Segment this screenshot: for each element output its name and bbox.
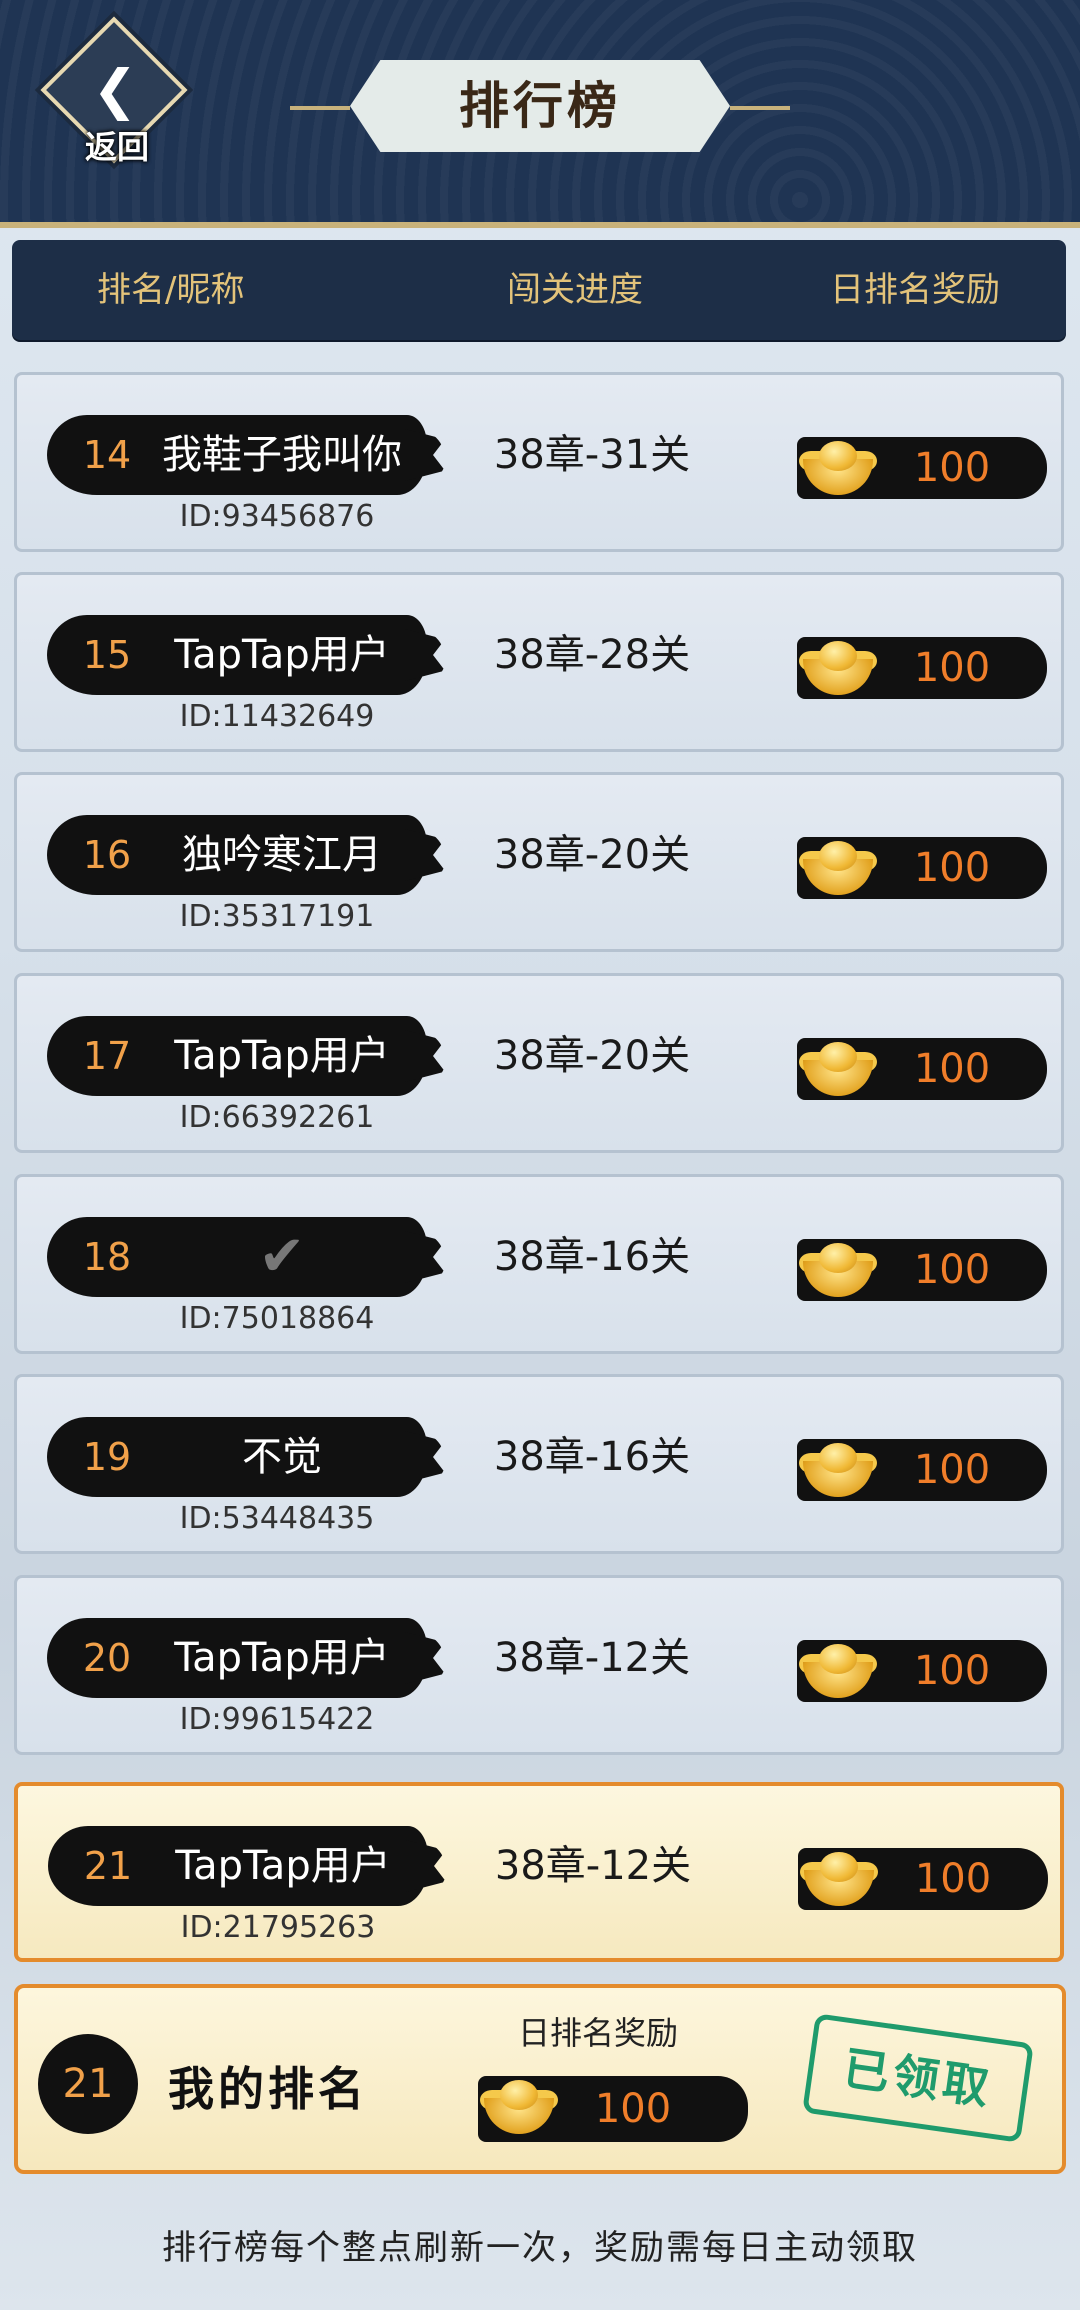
stage-progress: 38章-12关 <box>494 1843 692 1889</box>
rank-number: 15 <box>82 633 132 677</box>
column-progress: 闯关进度 <box>507 270 643 310</box>
reward-amount: 100 <box>913 1247 991 1293</box>
daily-reward: 100 <box>797 637 1047 699</box>
daily-reward: 100 <box>798 1848 1048 1910</box>
daily-reward: 100 <box>797 437 1047 499</box>
back-label: 返回 <box>84 128 149 166</box>
stage-progress: 38章-20关 <box>493 1033 691 1079</box>
reward-amount: 100 <box>914 1856 992 1902</box>
daily-reward: 100 <box>797 1640 1047 1702</box>
rank-number: 16 <box>82 833 132 877</box>
gold-ingot-icon <box>799 1435 877 1501</box>
table-row[interactable]: 19 不觉 ID:53448435 38章-16关 100 <box>14 1374 1064 1554</box>
rank-number: 19 <box>82 1435 132 1479</box>
player-id: ID:21795263 <box>180 1910 376 1945</box>
gold-ingot-icon <box>799 633 877 699</box>
player-id: ID:11432649 <box>179 699 375 734</box>
table-row[interactable]: 14 我鞋子我叫你 ID:93456876 38章-31关 100 <box>14 372 1064 552</box>
player-nickname: TapTap用户 <box>174 632 390 678</box>
stage-progress: 38章-31关 <box>493 432 691 478</box>
stage-progress: 38章-20关 <box>493 832 691 878</box>
table-row[interactable]: 17 TapTap用户 ID:66392261 38章-20关 100 <box>14 973 1064 1153</box>
stage-progress: 38章-16关 <box>493 1234 691 1280</box>
my-reward: 100 <box>478 2076 748 2142</box>
page-title: 排行榜 <box>459 76 621 135</box>
title-ornament-left <box>290 106 350 110</box>
player-id: ID:93456876 <box>179 499 375 534</box>
table-row[interactable]: 20 TapTap用户 ID:99615422 38章-12关 100 <box>14 1575 1064 1755</box>
player-id: ID:35317191 <box>179 899 375 934</box>
stage-progress: 38章-12关 <box>493 1635 691 1681</box>
player-id: ID:53448435 <box>179 1501 375 1536</box>
gold-ingot-icon <box>799 1235 877 1301</box>
table-row[interactable]: 16 独吟寒江月 ID:35317191 38章-20关 100 <box>14 772 1064 952</box>
column-header-bar: 排名/昵称 闯关进度 日排名奖励 <box>12 240 1066 340</box>
header: ❮ 返回 排行榜 <box>0 0 1080 228</box>
table-row[interactable]: 21 TapTap用户 ID:21795263 38章-12关 100 <box>14 1782 1064 1962</box>
column-name: 排名/昵称 <box>97 270 245 310</box>
rank-number: 17 <box>82 1034 132 1078</box>
player-nickname: 不觉 <box>242 1434 322 1480</box>
player-id: ID:99615422 <box>179 1702 375 1737</box>
daily-reward: 100 <box>797 1038 1047 1100</box>
my-rank-panel: 21 我的排名 日排名奖励 100 已领取 <box>14 1984 1066 2174</box>
footer-note: 排行榜每个整点刷新一次，奖励需每日主动领取 <box>162 2228 918 2268</box>
my-reward-amount: 100 <box>594 2086 672 2132</box>
daily-reward: 100 <box>797 1439 1047 1501</box>
table-row[interactable]: 15 TapTap用户 ID:11432649 38章-28关 100 <box>14 572 1064 752</box>
table-row[interactable]: 18 ✔ ID:75018864 38章-16关 100 <box>14 1174 1064 1354</box>
gold-ingot-icon <box>799 1636 877 1702</box>
my-rank-number: 21 <box>62 2061 114 2107</box>
stage-progress: 38章-16关 <box>493 1434 691 1480</box>
gold-ingot-icon <box>800 1844 878 1910</box>
reward-amount: 100 <box>913 1447 991 1493</box>
player-nickname: ✔ <box>258 1224 306 1289</box>
gold-ingot-icon <box>799 1034 877 1100</box>
gold-ingot-icon <box>799 833 877 899</box>
back-arrow-icon: ❮ <box>92 58 138 121</box>
title-banner: 排行榜 <box>290 52 790 162</box>
rank-number: 21 <box>83 1844 133 1888</box>
daily-reward: 100 <box>797 837 1047 899</box>
rank-number: 20 <box>82 1636 132 1680</box>
reward-amount: 100 <box>913 645 991 691</box>
reward-amount: 100 <box>913 845 991 891</box>
column-reward: 日排名奖励 <box>830 270 1000 310</box>
my-reward-title: 日排名奖励 <box>517 2014 678 2052</box>
player-nickname: TapTap用户 <box>174 1033 390 1079</box>
title-ornament-right <box>730 106 790 110</box>
player-nickname: TapTap用户 <box>174 1635 390 1681</box>
player-id: ID:66392261 <box>179 1100 375 1135</box>
back-button[interactable]: ❮ 返回 <box>40 16 192 180</box>
reward-amount: 100 <box>913 445 991 491</box>
daily-reward: 100 <box>797 1239 1047 1301</box>
rank-number: 18 <box>82 1235 132 1279</box>
reward-amount: 100 <box>913 1648 991 1694</box>
player-nickname: TapTap用户 <box>175 1843 391 1889</box>
my-rank-label: 我的排名 <box>168 2062 368 2116</box>
claimed-stamp[interactable]: 已领取 <box>802 2013 1034 2143</box>
player-id: ID:75018864 <box>179 1301 375 1336</box>
player-nickname: 我鞋子我叫你 <box>162 432 402 478</box>
reward-amount: 100 <box>913 1046 991 1092</box>
rank-number: 14 <box>82 433 132 477</box>
gold-ingot-icon <box>480 2072 558 2138</box>
stage-progress: 38章-28关 <box>493 632 691 678</box>
gold-ingot-icon <box>799 433 877 499</box>
player-nickname: 独吟寒江月 <box>182 832 382 878</box>
